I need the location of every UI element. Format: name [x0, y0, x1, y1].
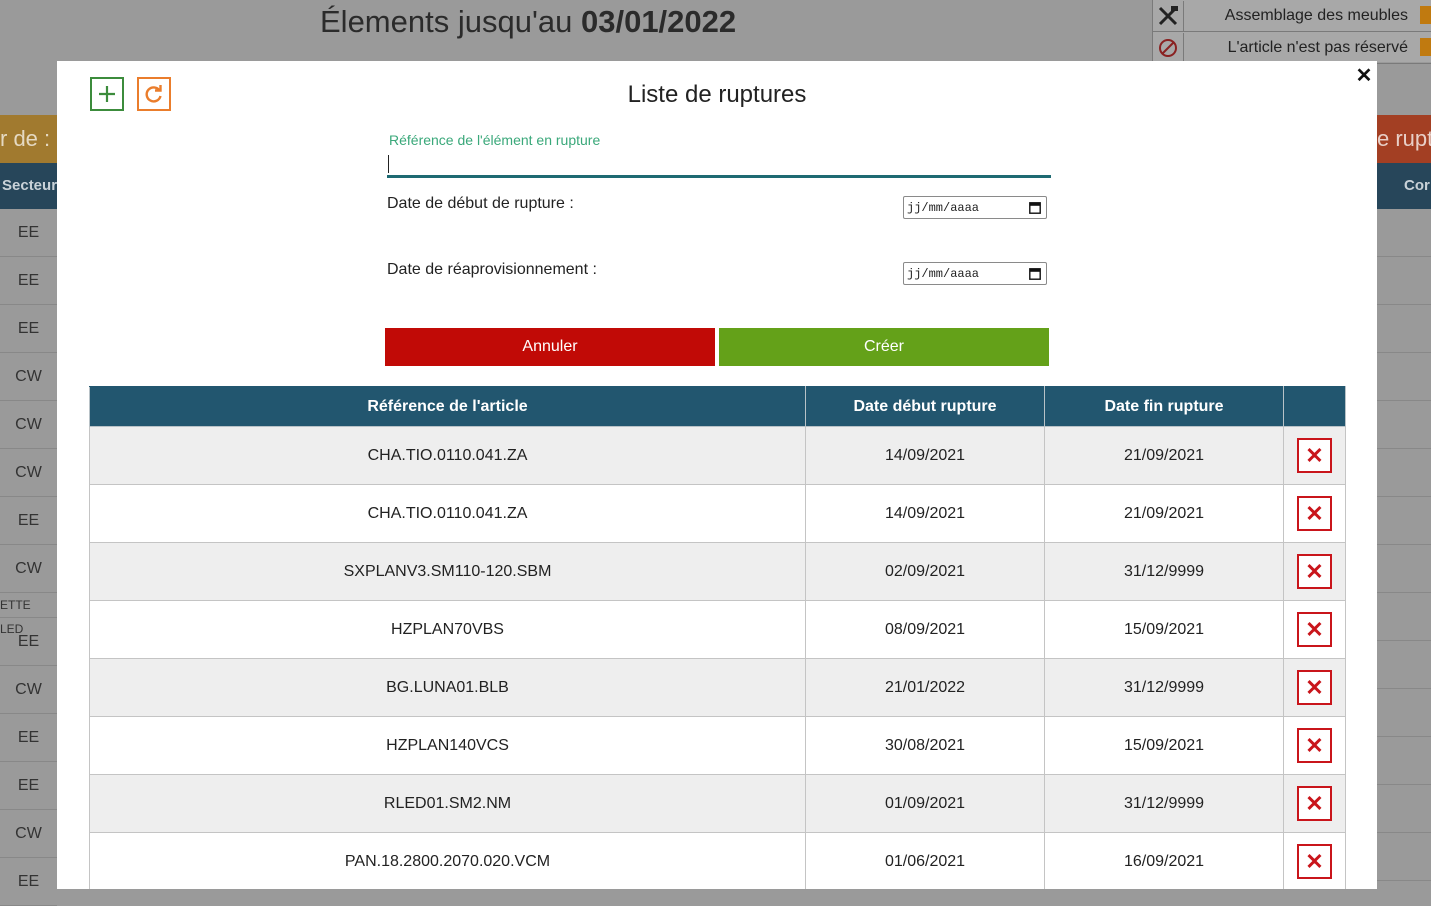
delete-button[interactable]: ✕: [1297, 844, 1332, 879]
reference-cell: HZPLAN70VBS: [89, 600, 806, 659]
sector-cell: CW: [0, 545, 57, 593]
start-date-input[interactable]: jj/mm/aaaa: [903, 196, 1047, 219]
delete-button[interactable]: ✕: [1297, 670, 1332, 705]
start-date-cell: 01/06/2021: [805, 832, 1045, 889]
text-caret: [388, 155, 389, 173]
sector-cell: CW: [0, 810, 57, 858]
sector-cell: EE: [0, 209, 57, 257]
page-title: Élements jusqu'au 03/01/2022: [320, 4, 737, 39]
create-button[interactable]: Créer: [719, 328, 1049, 366]
sector-cell: EE: [0, 714, 57, 762]
reference-cell: CHA.TIO.0110.041.ZA: [89, 484, 806, 543]
column-header-sector: Secteur: [0, 163, 59, 209]
sector-cell: EE: [0, 497, 57, 545]
sector-cell: EE: [0, 305, 57, 353]
table-header: Référence de l'article Date début ruptur…: [89, 386, 1346, 427]
warning-icon: [1420, 38, 1431, 56]
filter-banner: r de :: [0, 115, 57, 163]
sector-cell: CW: [0, 401, 57, 449]
sector-cell: CW: [0, 666, 57, 714]
restock-date-label: Date de réaprovisionnement :: [387, 261, 597, 278]
ruptures-modal: ✕ Liste de ruptures Référence de l'éléme…: [57, 61, 1377, 889]
reference-input[interactable]: [387, 153, 1051, 178]
calendar-icon[interactable]: [1029, 267, 1041, 280]
delete-button[interactable]: ✕: [1297, 438, 1332, 473]
table-row: SXPLANV3.SM110-120.SBM 02/09/2021 31/12/…: [89, 542, 1346, 601]
start-date-label: Date de début de rupture :: [387, 195, 574, 212]
sector-cell: EE: [0, 858, 57, 906]
legend: Assemblage des meubles L'article n'est p…: [1152, 0, 1431, 64]
end-date-cell: 21/09/2021: [1044, 426, 1284, 485]
delete-button[interactable]: ✕: [1297, 554, 1332, 589]
end-date-cell: 21/09/2021: [1044, 484, 1284, 543]
legend-item-not-reserved: L'article n'est pas réservé: [1153, 32, 1431, 64]
delete-button[interactable]: ✕: [1297, 728, 1332, 763]
end-date-cell: 31/12/9999: [1044, 774, 1284, 833]
start-date-cell: 08/09/2021: [805, 600, 1045, 659]
column-header-right: Cor: [1377, 163, 1431, 209]
end-date-cell: 31/12/9999: [1044, 542, 1284, 601]
tools-icon: [1153, 0, 1184, 31]
table-row: HZPLAN70VBS 08/09/2021 15/09/2021 ✕: [89, 600, 1346, 659]
reference-cell: BG.LUNA01.BLB: [89, 658, 806, 717]
legend-item-assembly: Assemblage des meubles: [1153, 0, 1431, 32]
calendar-icon[interactable]: [1029, 201, 1041, 214]
column-header-reference: Référence de l'article: [89, 386, 806, 427]
start-date-cell: 21/01/2022: [805, 658, 1045, 717]
table-row: CHA.TIO.0110.041.ZA 14/09/2021 21/09/202…: [89, 484, 1346, 543]
cart-icon: [1420, 6, 1431, 24]
end-date-cell: 15/09/2021: [1044, 716, 1284, 775]
sector-cell: ETTE LED: [0, 593, 57, 636]
sector-cell: EE: [0, 762, 57, 810]
delete-button[interactable]: ✕: [1297, 496, 1332, 531]
table-row: HZPLAN140VCS 30/08/2021 15/09/2021 ✕: [89, 716, 1346, 775]
not-reserved-icon: [1153, 32, 1184, 63]
end-date-cell: 16/09/2021: [1044, 832, 1284, 889]
table-row: CHA.TIO.0110.041.ZA 14/09/2021 21/09/202…: [89, 426, 1346, 485]
reference-cell: HZPLAN140VCS: [89, 716, 806, 775]
table-row: BG.LUNA01.BLB 21/01/2022 31/12/9999 ✕: [89, 658, 1346, 717]
reference-cell: SXPLANV3.SM110-120.SBM: [89, 542, 806, 601]
reference-cell: PAN.18.2800.2070.020.VCM: [89, 832, 806, 889]
modal-title: Liste de ruptures: [627, 81, 807, 108]
start-date-cell: 14/09/2021: [805, 484, 1045, 543]
table-row: PAN.18.2800.2070.020.VCM 01/06/2021 16/0…: [89, 832, 1346, 889]
column-header-start-date: Date début rupture: [805, 386, 1045, 427]
delete-button[interactable]: ✕: [1297, 612, 1332, 647]
sector-cell: EE: [0, 257, 57, 305]
reference-cell: CHA.TIO.0110.041.ZA: [89, 426, 806, 485]
restock-date-input[interactable]: jj/mm/aaaa: [903, 262, 1047, 285]
reference-cell: RLED01.SM2.NM: [89, 774, 806, 833]
sector-cell: CW: [0, 449, 57, 497]
table-row: RLED01.SM2.NM 01/09/2021 31/12/9999 ✕: [89, 774, 1346, 833]
start-date-cell: 30/08/2021: [805, 716, 1045, 775]
cancel-button[interactable]: Annuler: [385, 328, 715, 366]
rupture-banner: e rupt: [1377, 115, 1431, 163]
start-date-cell: 14/09/2021: [805, 426, 1045, 485]
end-date-cell: 31/12/9999: [1044, 658, 1284, 717]
right-column: [1377, 209, 1431, 881]
delete-button[interactable]: ✕: [1297, 786, 1332, 821]
ruptures-table: Référence de l'article Date début ruptur…: [89, 386, 1346, 889]
column-header-actions: [1283, 386, 1346, 427]
start-date-cell: 02/09/2021: [805, 542, 1045, 601]
end-date-cell: 15/09/2021: [1044, 600, 1284, 659]
reference-label: Référence de l'élément en rupture: [389, 132, 601, 148]
sector-column: EE EE EE CW CW CW EE CW ETTE LED EE CW E…: [0, 209, 57, 906]
sector-cell: CW: [0, 353, 57, 401]
column-header-end-date: Date fin rupture: [1044, 386, 1284, 427]
start-date-cell: 01/09/2021: [805, 774, 1045, 833]
